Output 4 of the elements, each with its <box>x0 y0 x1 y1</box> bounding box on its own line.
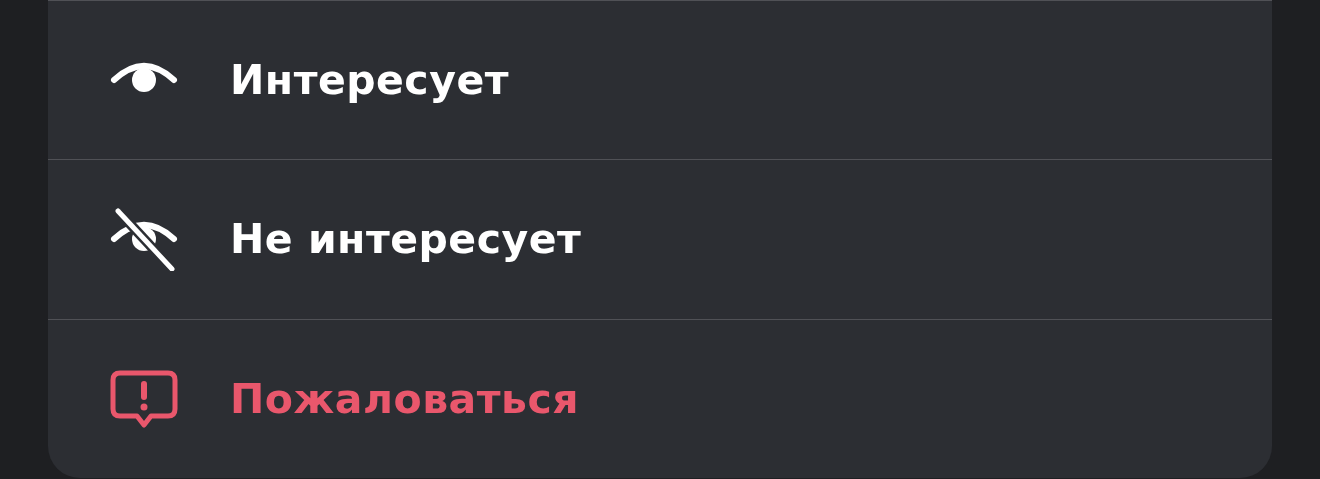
menu-item[interactable]: Пожаловаться <box>48 318 1272 478</box>
menu-item[interactable]: Интересует <box>48 0 1272 160</box>
crossed-eye-icon <box>108 207 180 272</box>
menu-item[interactable]: Не интересует <box>48 159 1272 319</box>
